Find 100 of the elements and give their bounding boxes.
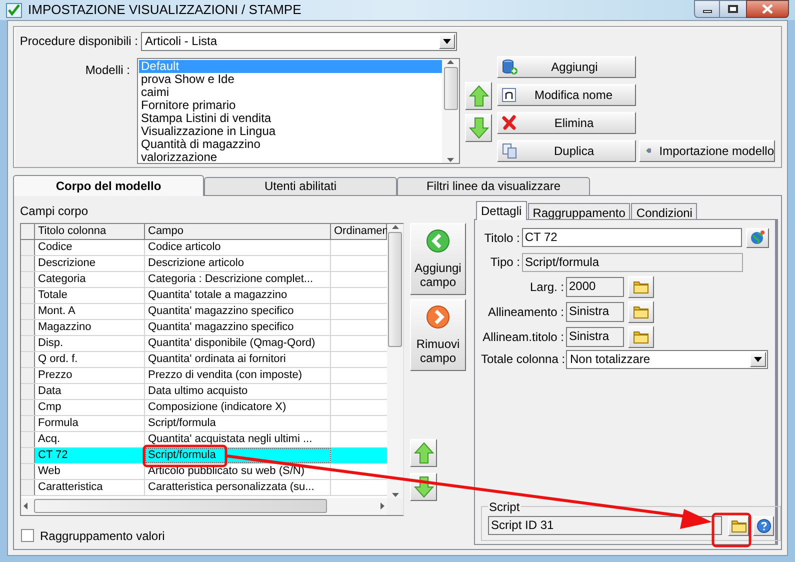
copy-icon (502, 142, 517, 158)
model-button[interactable]: Aggiungi (497, 56, 636, 78)
field-label: Allineamento : (486, 304, 564, 320)
move-down-button[interactable] (465, 114, 492, 142)
help-icon (756, 518, 770, 532)
table-row[interactable]: Mont. A Quantita' magazzino specifico (21, 304, 387, 320)
browse-button[interactable] (628, 326, 654, 348)
table-cell: Descrizione articolo (145, 256, 331, 270)
arrow-up-icon (468, 84, 488, 106)
table-row[interactable]: Totale Quantita' totale a magazzino (21, 288, 387, 304)
tab[interactable]: Raggruppamento (528, 202, 630, 220)
table-cell: Categoria (35, 272, 145, 286)
table-row[interactable]: Codice Codice articolo (21, 240, 387, 256)
field-label: Totale colonna : (481, 351, 564, 368)
table-row[interactable]: Descrizione Descrizione articolo (21, 256, 387, 272)
table-cell: Articolo pubblicato su web (S/N) (145, 464, 331, 478)
table-cell: Mont. A (35, 304, 145, 318)
model-button[interactable]: Elimina (497, 112, 636, 134)
column-header[interactable]: Titolo colonna (35, 224, 145, 238)
list-item[interactable]: Quantità di magazzino (139, 138, 442, 150)
translate-button[interactable] (746, 228, 769, 248)
table-cell: Data ultimo acquisto (145, 384, 331, 398)
table-cell: Prezzo di vendita (con imposte) (145, 368, 331, 382)
table-cell: Q ord. f. (35, 352, 145, 366)
field-button[interactable]: Rimuovi campo (410, 298, 466, 370)
window-title: IMPOSTAZIONE VISUALIZZAZIONI / STAMPE (28, 1, 302, 19)
table-cell: Quantita' ordinata ai fornitori (145, 352, 331, 366)
table-row[interactable]: Prezzo Prezzo di vendita (con imposte) (21, 368, 387, 384)
list-item[interactable]: prova Show e Ide (139, 72, 442, 86)
scroll-up-arrow-icon[interactable] (446, 58, 455, 64)
list-item[interactable]: caimi (139, 86, 442, 98)
tab[interactable]: Condizioni (631, 202, 698, 220)
import-button[interactable]: Importazione modello (639, 140, 775, 162)
group-title: Script (488, 498, 521, 516)
table-cell: Acq. (35, 432, 145, 446)
arrow-right-icon (426, 304, 450, 328)
checkmark-icon (6, 2, 22, 18)
tab[interactable]: Utenti abilitati (204, 176, 397, 196)
browse-button[interactable] (728, 516, 749, 536)
table-cell: Codice (35, 240, 145, 254)
text-field[interactable]: CT 72 (522, 228, 742, 247)
table-row[interactable]: Web Articolo pubblicato su web (S/N) (21, 464, 387, 480)
scroll-down-arrow-icon[interactable] (390, 492, 400, 498)
table-row[interactable]: Magazzino Quantita' magazzino specifico (21, 320, 387, 336)
list-item[interactable]: Fornitore primario (139, 98, 442, 112)
table-row[interactable]: Q ord. f. Quantita' ordinata ai fornitori (21, 352, 387, 368)
close-icon (762, 4, 773, 14)
tab[interactable]: Corpo del modello (13, 174, 204, 196)
model-button[interactable]: Modifica nome (497, 84, 636, 106)
scrollbar[interactable] (442, 58, 459, 162)
table-row[interactable]: Disp. Quantita' disponibile (Qmag-Qord) (21, 336, 387, 352)
scrollbar[interactable] (21, 498, 387, 514)
arrow-down-icon (468, 116, 488, 138)
scrollbar[interactable] (387, 224, 403, 498)
field-button[interactable]: Aggiungi campo (410, 222, 466, 294)
scroll-up-arrow-icon[interactable] (390, 224, 400, 230)
list-item[interactable]: valorizzazione (139, 150, 442, 164)
table-row[interactable]: Formula Script/formula (21, 416, 387, 432)
field-label: Modelli : (84, 62, 130, 78)
table-row[interactable]: Caratteristica Caratteristica personalizzata (su... (21, 480, 387, 496)
column-header[interactable]: Campo (145, 224, 331, 238)
scroll-down-arrow-icon[interactable] (446, 156, 455, 162)
table-cell: Quantita' magazzino specifico (145, 304, 331, 318)
move-up-button[interactable] (410, 438, 437, 466)
model-button[interactable]: Duplica (497, 140, 636, 162)
globe-icon (750, 230, 766, 245)
tab[interactable]: Dettagli (476, 200, 527, 220)
table-cell: Codice articolo (145, 240, 331, 254)
section-label: Campi corpo (20, 202, 90, 220)
table-cell: Categoria : Descrizione complet... (145, 272, 331, 286)
checkbox[interactable] (21, 529, 34, 542)
help-button[interactable] (753, 516, 774, 536)
arrow-left-icon (426, 228, 450, 252)
table-row[interactable]: Data Data ultimo acquisto (21, 384, 387, 400)
arrow-up-icon (414, 442, 434, 464)
dropdown[interactable]: Non totalizzare (566, 350, 768, 368)
table-cell: Data (35, 384, 145, 398)
table-cell: Magazzino (35, 320, 145, 334)
database-plus-icon (502, 58, 518, 74)
browse-button[interactable] (628, 300, 654, 322)
table-row[interactable]: Categoria Categoria : Descrizione complet... (21, 272, 387, 288)
table-cell: Formula (35, 416, 145, 430)
maximize-button[interactable] (720, 0, 746, 18)
table-row[interactable]: Cmp Composizione (indicatore X) (21, 400, 387, 416)
table-cell: Script/formula (145, 448, 331, 462)
dropdown-arrow-icon (754, 356, 762, 362)
table-cell: Web (35, 464, 145, 478)
tab[interactable]: Filtri linee da visualizzare (397, 176, 590, 196)
list-item[interactable]: Visualizzazione in Lingua (139, 124, 442, 138)
table-cell: Script/formula (145, 416, 331, 430)
list-item[interactable]: Stampa Listini di vendita (139, 112, 442, 124)
field-label: Titolo : (483, 230, 520, 246)
scroll-right-arrow-icon[interactable] (380, 502, 386, 510)
minimize-button[interactable] (694, 0, 720, 18)
close-button[interactable] (746, 0, 789, 18)
scroll-left-arrow-icon[interactable] (22, 502, 28, 510)
table-cell: CT 72 (35, 448, 145, 462)
move-up-button[interactable] (465, 82, 492, 110)
dropdown[interactable]: Articoli - Lista (141, 32, 457, 50)
browse-button[interactable] (628, 276, 654, 298)
